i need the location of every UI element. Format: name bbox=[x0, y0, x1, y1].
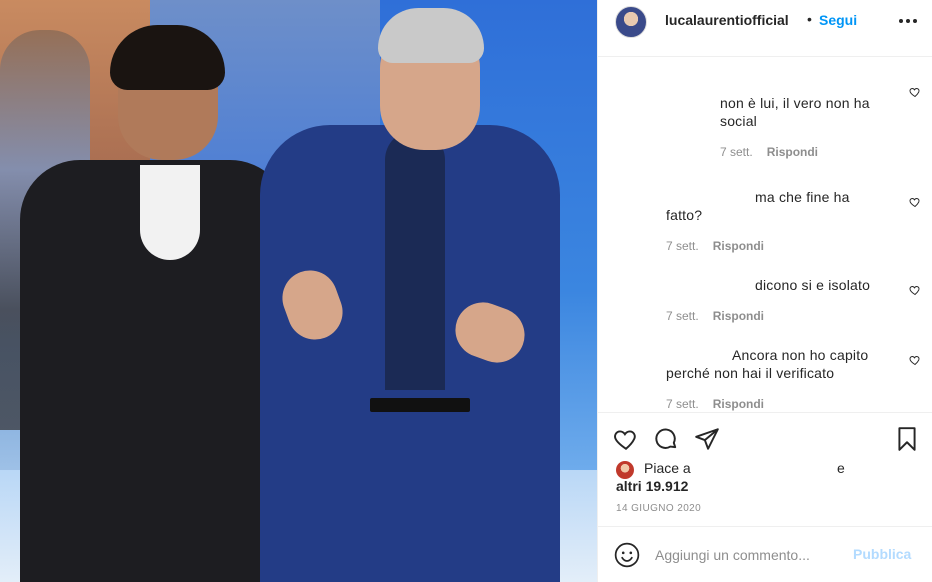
like-comment-heart-icon[interactable] bbox=[909, 284, 921, 296]
share-paper-plane-icon[interactable] bbox=[694, 426, 720, 452]
separator-dot: • bbox=[807, 11, 812, 27]
comment-text-line: social bbox=[720, 113, 757, 129]
comment-bubble-icon[interactable] bbox=[653, 426, 679, 452]
like-heart-icon[interactable] bbox=[613, 426, 639, 452]
comment-time: 7 sett. bbox=[666, 239, 699, 253]
profile-avatar[interactable] bbox=[615, 6, 647, 38]
likes-count-link[interactable]: altri 19.912 bbox=[616, 477, 688, 495]
reply-button[interactable]: Rispondi bbox=[713, 397, 764, 411]
follow-button[interactable]: Segui bbox=[819, 12, 857, 28]
reply-button[interactable]: Rispondi bbox=[713, 309, 764, 323]
comment-text-line: dicono si e isolato bbox=[755, 277, 871, 293]
more-options-icon[interactable] bbox=[899, 13, 919, 29]
add-comment-bar: Pubblica bbox=[598, 526, 932, 582]
comments-list[interactable]: non è lui, il vero non ha social 7 sett.… bbox=[598, 58, 932, 412]
reply-button[interactable]: Rispondi bbox=[767, 145, 818, 159]
likes-prefix: Piace a bbox=[644, 460, 691, 476]
right-man-hair bbox=[378, 8, 484, 63]
comment-meta: 7 sett. Rispondi bbox=[720, 145, 818, 159]
reply-button[interactable]: Rispondi bbox=[713, 239, 764, 253]
comment-text-line: ma che fine ha bbox=[755, 189, 850, 205]
publish-button[interactable]: Pubblica bbox=[853, 546, 911, 562]
comment-text-line: Ancora non ho capito bbox=[732, 347, 869, 363]
post-photo[interactable] bbox=[0, 0, 597, 582]
comment-text-line: non è lui, il vero non ha bbox=[720, 95, 870, 111]
like-comment-heart-icon[interactable] bbox=[909, 86, 921, 98]
comment-time: 7 sett. bbox=[666, 309, 699, 323]
post-header: lucalaurentiofficial • Segui bbox=[598, 0, 932, 57]
add-comment-input[interactable] bbox=[655, 543, 845, 567]
right-man-belt bbox=[370, 398, 470, 412]
left-man-shirt bbox=[140, 165, 200, 260]
comment-meta: 7 sett. Rispondi bbox=[666, 397, 764, 411]
right-man-shirt bbox=[385, 130, 445, 390]
emoji-icon[interactable] bbox=[614, 542, 640, 568]
like-comment-heart-icon[interactable] bbox=[909, 354, 921, 366]
comment-meta: 7 sett. Rispondi bbox=[666, 239, 764, 253]
post-date[interactable]: 14 GIUGNO 2020 bbox=[616, 503, 701, 514]
save-bookmark-icon[interactable] bbox=[894, 426, 920, 452]
comment-text-line: perché non hai il verificato bbox=[666, 365, 835, 381]
likes-and: e bbox=[837, 460, 845, 476]
left-man-hair bbox=[110, 25, 225, 90]
post-actions: Piace a e altri 19.912 14 GIUGNO 2020 bbox=[598, 412, 932, 526]
post-sidebar: lucalaurentiofficial • Segui non è lui, … bbox=[597, 0, 932, 582]
comment-text-line: fatto? bbox=[666, 207, 703, 223]
comment-time: 7 sett. bbox=[666, 397, 699, 411]
comment-time: 7 sett. bbox=[720, 145, 753, 159]
username-link[interactable]: lucalaurentiofficial bbox=[665, 12, 789, 28]
comment-meta: 7 sett. Rispondi bbox=[666, 309, 764, 323]
like-comment-heart-icon[interactable] bbox=[909, 196, 921, 208]
